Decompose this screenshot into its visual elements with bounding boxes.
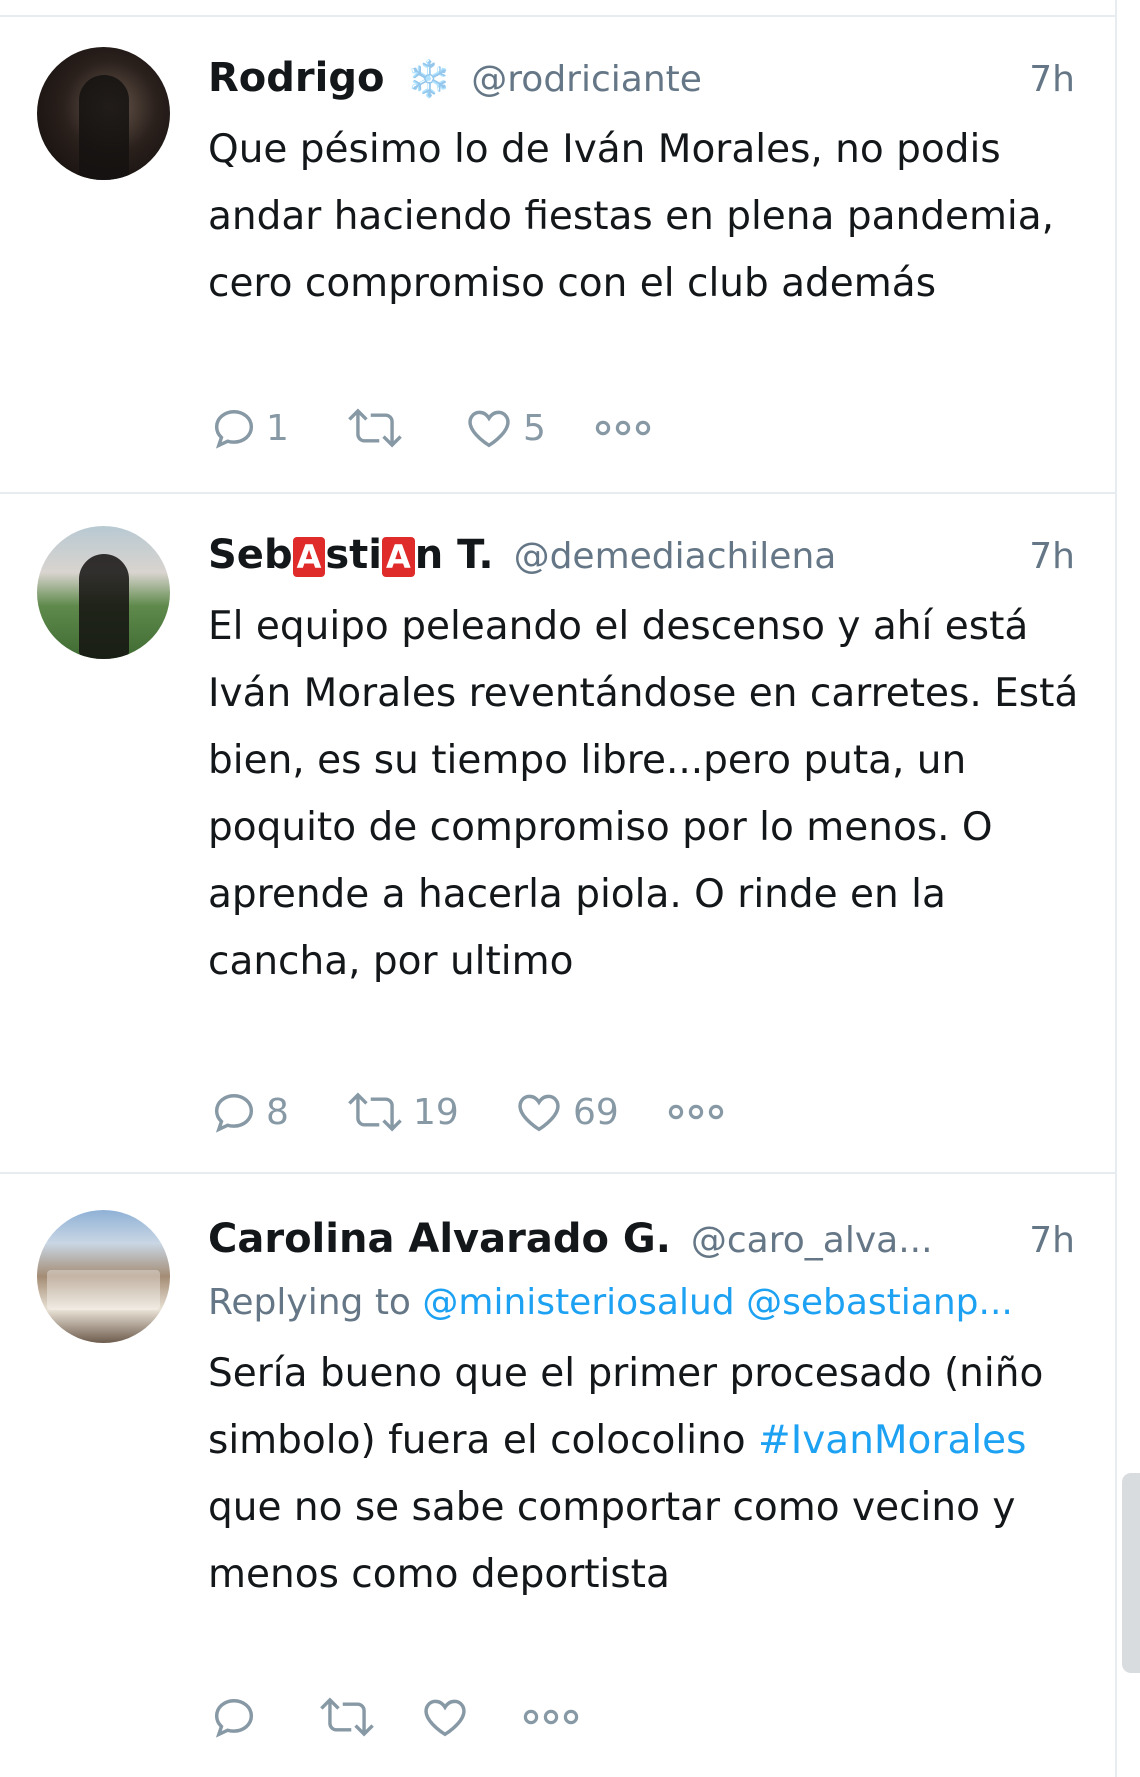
retweet-button[interactable]: [343, 402, 461, 454]
tweet-header: Rodrigo ❄️ @rodriciante 7h: [208, 55, 1075, 105]
like-count: 69: [573, 1091, 619, 1133]
user-handle[interactable]: @caro_alva...: [691, 1220, 1011, 1261]
retweet-arrows-icon: [315, 1691, 379, 1743]
user-handle[interactable]: @rodriciante: [471, 59, 1011, 100]
tweet-text: El equipo peleando el descenso y ahí est…: [208, 604, 1079, 984]
avatar[interactable]: [37, 526, 170, 659]
timestamp[interactable]: 7h: [1029, 1220, 1075, 1261]
scrollbar-thumb[interactable]: [1122, 1473, 1140, 1673]
reply-button[interactable]: [208, 1691, 315, 1743]
like-button[interactable]: 69: [511, 1086, 666, 1138]
retweet-arrows-icon: [343, 1086, 407, 1138]
hashtag-link[interactable]: #IvanMorales: [758, 1418, 1026, 1463]
reply-count: 1: [266, 407, 289, 449]
retweet-count: 19: [413, 1091, 459, 1133]
like-button[interactable]: [417, 1691, 521, 1743]
tweet-text: Sería bueno que el primer procesado (niñ…: [208, 1351, 1044, 1597]
avatar[interactable]: [37, 47, 170, 180]
like-button[interactable]: 5: [461, 402, 593, 454]
more-button[interactable]: [593, 418, 653, 438]
reply-button[interactable]: 1: [208, 402, 343, 454]
display-name[interactable]: Carolina Alvarado G.: [208, 1216, 671, 1262]
user-handle[interactable]: @demediachilena: [514, 536, 1012, 577]
tweet-actions: 1 5: [208, 400, 653, 456]
retweet-button[interactable]: [315, 1691, 417, 1743]
more-button[interactable]: [521, 1707, 581, 1727]
reply-count: 8: [266, 1091, 289, 1133]
display-name[interactable]: Seb Asti An T.: [208, 532, 494, 578]
mention-link[interactable]: @sebastianp...: [746, 1282, 1013, 1323]
tweet[interactable]: Seb Asti An T. @demediachilena 7h El equip…: [0, 494, 1115, 1174]
letter-a-badge: A: [292, 537, 326, 577]
retweet-arrows-icon: [343, 402, 407, 454]
retweet-button[interactable]: 19: [343, 1086, 511, 1138]
heart-icon: [511, 1086, 567, 1138]
tweet-actions: 8 19 69: [208, 1084, 726, 1140]
avatar[interactable]: [37, 1210, 170, 1343]
tweet-text: Que pésimo lo de Iván Morales, no podis …: [208, 127, 1055, 306]
heart-icon: [417, 1691, 473, 1743]
more-dots-icon: [521, 1707, 581, 1727]
mention-link[interactable]: @ministeriosalud: [422, 1282, 734, 1323]
reply-button[interactable]: 8: [208, 1086, 343, 1138]
tweet-feed: Rodrigo ❄️ @rodriciante 7h Que pésimo lo…: [0, 0, 1117, 1777]
speech-bubble-icon: [208, 1691, 260, 1743]
speech-bubble-icon: [208, 1086, 260, 1138]
replying-to: Replying to @ministeriosalud @sebastianp…: [208, 1282, 1075, 1323]
replying-label: Replying to: [208, 1282, 411, 1323]
display-name[interactable]: Rodrigo: [208, 55, 384, 101]
letter-a-badge: A: [381, 537, 415, 577]
more-dots-icon: [593, 418, 653, 438]
tweet-header: Carolina Alvarado G. @caro_alva... 7h: [208, 1216, 1075, 1266]
snowflake-icon: ❄️: [406, 59, 452, 100]
timestamp[interactable]: 7h: [1029, 59, 1075, 100]
tweet[interactable]: Carolina Alvarado G. @caro_alva... 7h Re…: [0, 1174, 1115, 1777]
like-count: 5: [523, 407, 546, 449]
tweet-actions: [208, 1689, 581, 1745]
more-dots-icon: [666, 1102, 726, 1122]
speech-bubble-icon: [208, 402, 260, 454]
more-button[interactable]: [666, 1102, 726, 1122]
tweet[interactable]: Rodrigo ❄️ @rodriciante 7h Que pésimo lo…: [0, 17, 1115, 494]
heart-icon: [461, 402, 517, 454]
tweet-header: Seb Asti An T. @demediachilena 7h: [208, 532, 1075, 582]
timestamp[interactable]: 7h: [1029, 536, 1075, 577]
